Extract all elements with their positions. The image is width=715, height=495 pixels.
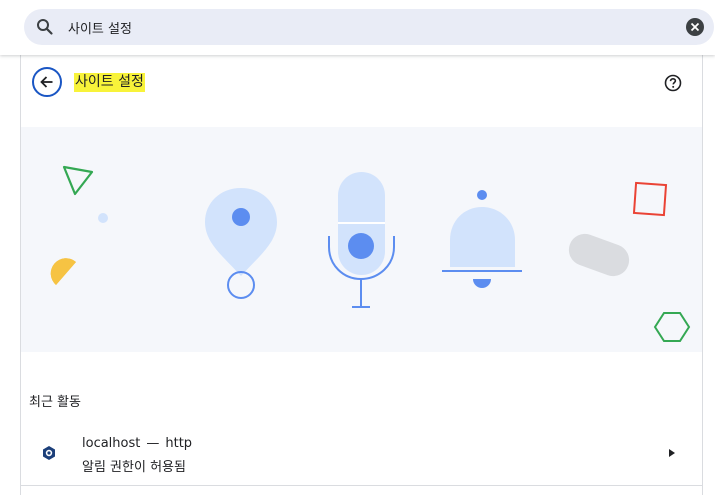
back-arrow-icon	[40, 76, 53, 88]
illustration-banner	[21, 127, 702, 352]
back-button[interactable]	[32, 67, 62, 97]
site-permission-detail: 알림 권한이 허용됨	[82, 460, 186, 475]
site-protocol: http	[165, 436, 193, 451]
site-separator: —	[146, 436, 160, 451]
page-title: 사이트 설정	[74, 73, 145, 92]
search-box[interactable]	[24, 9, 714, 45]
divider	[21, 485, 702, 486]
recent-activity-title: 최근 활동	[29, 395, 81, 410]
recent-activity-item-localhost[interactable]: localhost — http 알림 권한이 허용됨	[21, 426, 702, 478]
site-host: localhost	[82, 436, 141, 451]
page-header: 사이트 설정	[21, 55, 702, 113]
site-favicon-icon	[43, 446, 55, 460]
site-origin: localhost — http	[82, 436, 192, 451]
permissions-illustration	[50, 165, 691, 342]
search-icon	[37, 19, 53, 35]
search-bar	[0, 0, 715, 55]
help-icon[interactable]	[664, 74, 682, 92]
chevron-right-icon	[669, 449, 675, 457]
clear-icon	[690, 22, 700, 32]
search-input[interactable]	[68, 17, 668, 37]
clear-search-button[interactable]	[686, 18, 704, 36]
site-settings-card: 사이트 설정 최근 활동 localhost — http 알림 권한이 허용됨	[20, 55, 703, 495]
